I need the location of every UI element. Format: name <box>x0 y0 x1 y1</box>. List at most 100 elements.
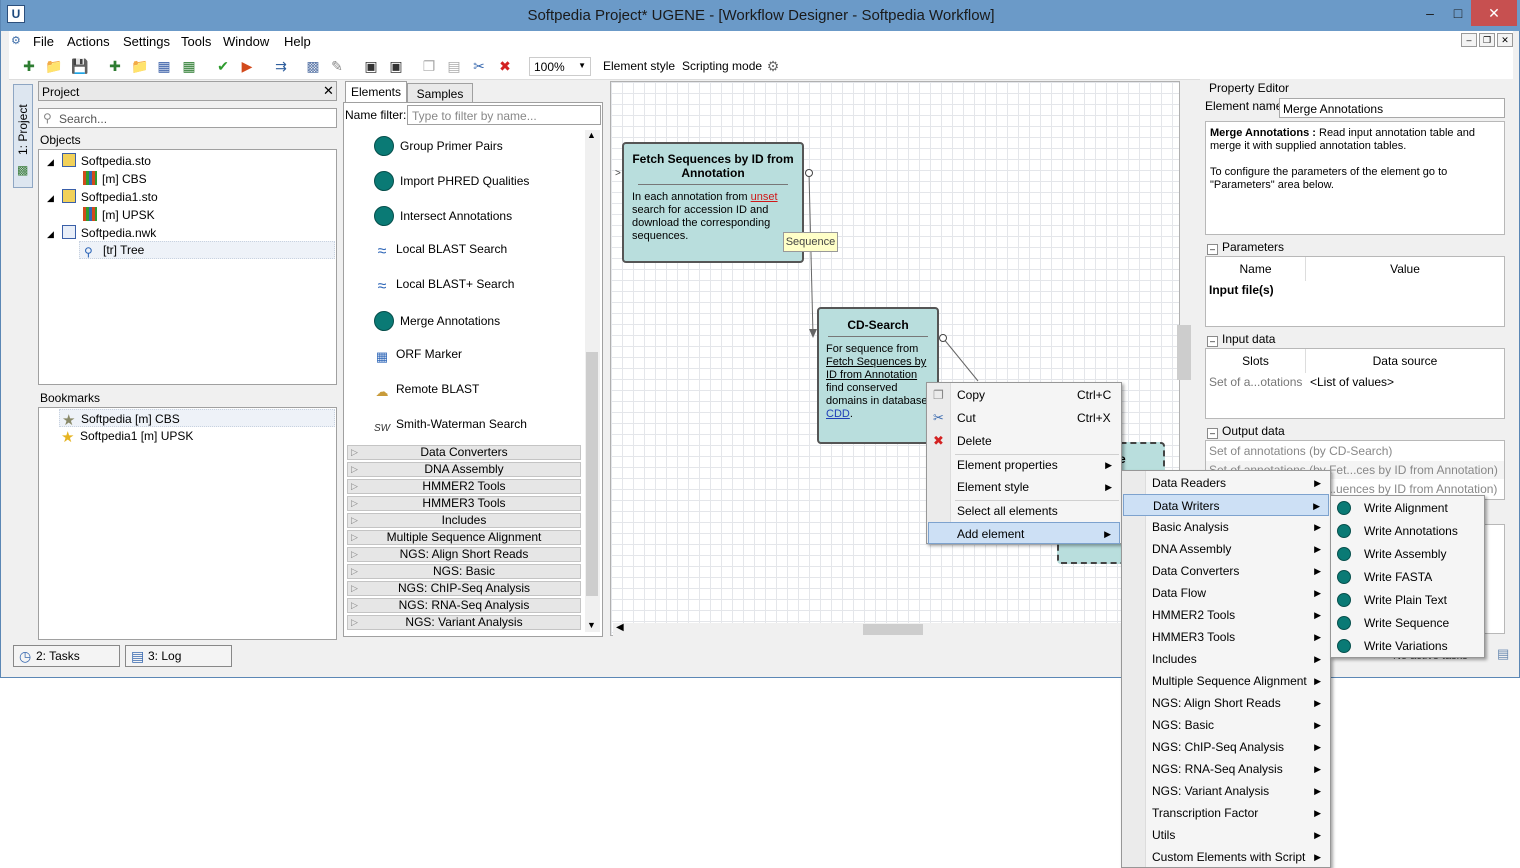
close-icon[interactable]: ✕ <box>323 83 334 99</box>
mdi-restore-button[interactable]: ❐ <box>1479 33 1495 47</box>
mdi-close-button[interactable]: ✕ <box>1497 33 1513 47</box>
category-data-converters[interactable]: Data Converters <box>347 445 581 460</box>
node-fetch-sequences[interactable]: Fetch Sequences by ID from Annotation In… <box>622 142 804 263</box>
element-remote-blast[interactable]: ☁ Remote BLAST <box>374 382 480 402</box>
submenu-msa[interactable]: Multiple Sequence Alignment ▶ <box>1123 670 1329 692</box>
output-port-icon[interactable] <box>939 334 947 342</box>
bookmark-item[interactable]: ★ Softpedia1 [m] UPSK <box>61 428 193 446</box>
paste-icon[interactable]: ▤ <box>446 58 462 74</box>
category-ngs-chipseq[interactable]: NGS: ChIP-Seq Analysis <box>347 581 581 596</box>
input-data-group-header[interactable]: – Input data <box>1207 332 1275 347</box>
validate-icon[interactable]: ✔ <box>215 58 231 74</box>
menu-write-plain-text[interactable]: Write Plain Text <box>1332 589 1483 611</box>
submenu-data-converters[interactable]: Data Converters ▶ <box>1123 560 1329 582</box>
collapse-icon[interactable]: – <box>1207 336 1218 347</box>
category-ngs-rnaseq[interactable]: NGS: RNA-Seq Analysis <box>347 598 581 613</box>
menu-item-element-properties[interactable]: Element properties ▶ <box>928 454 1120 476</box>
cdd-link[interactable]: CDD <box>826 408 850 420</box>
menu-window[interactable]: Window <box>223 34 269 49</box>
tree-item-upsk[interactable]: [m] UPSK <box>83 207 155 222</box>
scrollbar-thumb[interactable] <box>586 352 598 596</box>
step-icon[interactable]: ⇉ <box>273 58 289 74</box>
slot-row-name[interactable]: Set of a...otations <box>1209 375 1302 389</box>
element-import-phred-qualities[interactable]: Import PHRED Qualities <box>374 171 529 191</box>
menu-write-alignment[interactable]: Write Alignment <box>1332 497 1483 519</box>
element-style-button[interactable]: Element style <box>603 59 675 73</box>
open-workflow-icon[interactable]: 📁 <box>131 58 148 74</box>
cut-icon[interactable]: ✂ <box>471 58 487 74</box>
expand-icon[interactable]: ◢ <box>47 229 54 239</box>
output-port-icon[interactable] <box>805 169 813 177</box>
category-ngs-variant[interactable]: NGS: Variant Analysis <box>347 615 581 630</box>
submenu-ngs-align[interactable]: NGS: Align Short Reads ▶ <box>1123 692 1329 714</box>
element-local-blast-search[interactable]: ≈ Local BLAST Search <box>374 242 508 261</box>
category-msa[interactable]: Multiple Sequence Alignment <box>347 530 581 545</box>
category-includes[interactable]: Includes <box>347 513 581 528</box>
mdi-minimize-button[interactable]: – <box>1461 33 1477 47</box>
submenu-ngs-chipseq[interactable]: NGS: ChIP-Seq Analysis ▶ <box>1123 736 1329 758</box>
name-filter-input[interactable]: Type to filter by name... <box>407 105 601 125</box>
save-as-icon[interactable]: ▦ <box>181 58 197 74</box>
element-group-primer-pairs[interactable]: Group Primer Pairs <box>374 136 503 156</box>
scroll-down-icon[interactable]: ▼ <box>587 620 596 630</box>
tree-item-softpedia-sto[interactable]: ◢ Softpedia.sto <box>47 153 151 168</box>
notification-icon[interactable]: ▤ <box>1497 646 1509 662</box>
export-svg-icon[interactable]: ▣ <box>388 58 404 74</box>
tree-item-softpedia-nwk[interactable]: ◢ Softpedia.nwk <box>47 225 156 240</box>
column-header-value[interactable]: Value <box>1306 257 1504 281</box>
submenu-hmmer2-tools[interactable]: HMMER2 Tools ▶ <box>1123 604 1329 626</box>
submenu-data-flow[interactable]: Data Flow ▶ <box>1123 582 1329 604</box>
open-folder-icon[interactable]: 📁 <box>45 58 62 74</box>
menu-write-assembly[interactable]: Write Assembly <box>1332 543 1483 565</box>
menu-item-delete[interactable]: ✖ Delete <box>928 430 1120 452</box>
expand-icon[interactable]: ◢ <box>47 157 54 167</box>
zoom-select[interactable]: 100% ▼ <box>529 57 591 76</box>
node-cd-search[interactable]: CD-Search For sequence from Fetch Sequen… <box>817 307 939 444</box>
output-data-group-header[interactable]: – Output data <box>1207 424 1285 439</box>
log-button[interactable]: ▤ 3: Log <box>125 645 232 667</box>
param-input-files[interactable]: Input file(s) <box>1209 283 1274 297</box>
maximize-button[interactable]: □ <box>1443 0 1473 26</box>
menu-tools[interactable]: Tools <box>181 34 211 49</box>
gear-icon[interactable]: ⚙ <box>765 58 781 74</box>
save-workflow-icon[interactable]: ▦ <box>156 58 172 74</box>
collapse-icon[interactable]: – <box>1207 244 1218 255</box>
menu-item-element-style[interactable]: Element style ▶ <box>928 476 1120 498</box>
column-header-source[interactable]: Data source <box>1306 349 1504 373</box>
new-icon[interactable]: ✚ <box>21 58 37 74</box>
menu-write-annotations[interactable]: Write Annotations <box>1332 520 1483 542</box>
elements-scrollbar[interactable]: ▲ ▼ <box>585 130 600 632</box>
scripting-mode-button[interactable]: Scripting mode <box>682 59 762 73</box>
parameters-group-header[interactable]: – Parameters <box>1207 240 1284 255</box>
submenu-ngs-rnaseq[interactable]: NGS: RNA-Seq Analysis ▶ <box>1123 758 1329 780</box>
element-local-blast-plus-search[interactable]: ≈ Local BLAST+ Search <box>374 277 515 296</box>
submenu-dna-assembly[interactable]: DNA Assembly ▶ <box>1123 538 1329 560</box>
tree-item-cbs[interactable]: [m] CBS <box>83 171 147 186</box>
element-merge-annotations[interactable]: Merge Annotations <box>374 311 500 331</box>
tree-item-softpedia1-sto[interactable]: ◢ Softpedia1.sto <box>47 189 158 204</box>
output-row[interactable]: ...uences by ID from Annotation) <box>1326 482 1497 496</box>
menu-settings[interactable]: Settings <box>123 34 170 49</box>
element-orf-marker[interactable]: ▦ ORF Marker <box>374 347 462 367</box>
menu-item-select-all[interactable]: Select all elements <box>928 500 1120 522</box>
submenu-ngs-variant[interactable]: NGS: Variant Analysis ▶ <box>1123 780 1329 802</box>
save-icon[interactable]: 💾 <box>71 58 88 74</box>
element-name-input[interactable]: Merge Annotations <box>1279 98 1505 118</box>
copy-icon[interactable]: ❐ <box>421 58 437 74</box>
submenu-hmmer3-tools[interactable]: HMMER3 Tools ▶ <box>1123 626 1329 648</box>
fetch-link[interactable]: Fetch Sequences by ID from Annotation <box>826 356 926 381</box>
menu-item-add-element[interactable]: Add element ▶ <box>928 522 1120 544</box>
menu-item-copy[interactable]: ❐ Copy Ctrl+C <box>928 384 1120 406</box>
element-intersect-annotations[interactable]: Intersect Annotations <box>374 206 512 226</box>
tasks-button[interactable]: ◷ 2: Tasks <box>13 645 120 667</box>
tab-samples[interactable]: Samples <box>407 83 473 103</box>
expand-icon[interactable]: ◢ <box>47 193 54 203</box>
submenu-data-readers[interactable]: Data Readers ▶ <box>1123 472 1329 494</box>
collapse-icon[interactable]: – <box>1207 428 1218 439</box>
menu-write-fasta[interactable]: Write FASTA <box>1332 566 1483 588</box>
menu-item-cut[interactable]: ✂ Cut Ctrl+X <box>928 407 1120 429</box>
submenu-includes[interactable]: Includes ▶ <box>1123 648 1329 670</box>
scroll-up-icon[interactable]: ▲ <box>587 130 596 140</box>
submenu-custom-elements[interactable]: Custom Elements with Script ▶ <box>1123 846 1329 868</box>
submenu-basic-analysis[interactable]: Basic Analysis ▶ <box>1123 516 1329 538</box>
